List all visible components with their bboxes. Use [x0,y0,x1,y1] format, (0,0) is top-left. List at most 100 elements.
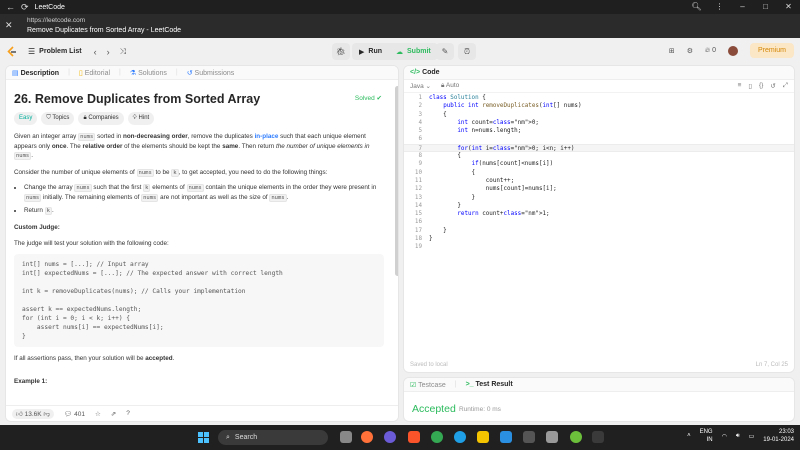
premium-button[interactable]: Premium [749,43,794,58]
timer-button[interactable]: ⏰︎ [458,43,476,60]
settings-gear-icon[interactable]: ⚙ [687,47,693,55]
firefox-icon[interactable] [361,431,373,443]
language-select[interactable]: Java ⌄ [410,82,431,90]
code-line[interactable]: 1 class Solution { [404,94,794,102]
more-menu-icon[interactable]: ⋮ [708,0,731,14]
tab-editorial[interactable]: ▯ Editorial [79,69,110,77]
help-icon[interactable]: ? [126,410,130,417]
edge-icon[interactable] [454,431,466,443]
code-line[interactable]: 4 int count=class="nm">0; [404,119,794,127]
code-line[interactable]: 16 [404,218,794,226]
battery-icon[interactable]: ▭ [749,433,755,440]
leetcode-logo-icon[interactable] [6,45,18,58]
code-line[interactable]: 11 count++; [404,177,794,185]
tab-solutions[interactable]: ⚗ Solutions [130,69,167,77]
code-line[interactable]: 18} [404,235,794,243]
braces-icon[interactable]: {} [759,82,763,90]
date-label: 19-01-2024 [763,437,794,443]
bookmark-icon[interactable]: ▯ [748,82,752,90]
tab-submissions[interactable]: ↺ Submissions [187,69,235,77]
refresh-icon[interactable]: ⟳ [21,2,29,13]
format-icon[interactable]: ≡ [738,82,742,90]
comments-button[interactable]: 💬︎ 401 [64,410,85,418]
avatar[interactable] [727,45,738,56]
code-line[interactable]: 13 } [404,194,794,202]
code-line[interactable]: 3 { [404,111,794,119]
star-icon[interactable]: ☆ [95,410,101,418]
code-line[interactable]: 12 nums[count]=nums[i]; [404,185,794,193]
app-icon[interactable] [546,431,558,443]
code-editor[interactable]: 1 class Solution {2 public int removeDupl… [404,94,794,354]
code-line[interactable]: 2 public int removeDuplicates(int[] nums… [404,102,794,110]
minimize-button[interactable]: – [731,0,754,14]
code-line[interactable]: 5 int n=nums.length; [404,127,794,135]
tab-code-label: Code [422,69,440,76]
fullscreen-icon[interactable]: ⤢ [783,82,788,90]
share-icon[interactable]: ⇗ [111,410,116,418]
volume-icon[interactable]: 🔊︎ [736,433,740,440]
close-icon[interactable]: ✕ [5,20,13,31]
reset-icon[interactable]: ↺ [770,82,775,90]
brave-icon[interactable] [408,431,420,443]
tab-test-result[interactable]: >_ Test Result [466,381,513,388]
app-icon[interactable] [384,431,396,443]
tab-testcase[interactable]: ☑ Testcase [410,381,446,389]
problem-list-button[interactable]: ☰ Problem List [28,47,82,56]
like-button[interactable]: 👍︎ 13.6K 👎︎ [12,408,55,419]
layout-icon[interactable]: ⊞ [669,47,675,55]
app-icon[interactable] [570,431,582,443]
line-number: 19 [414,244,422,251]
topics-button[interactable]: ⛉ Topics [41,112,75,125]
search-icon: ⌕ [226,433,230,441]
prev-problem-icon[interactable]: ‹ [94,47,97,57]
zoom-icon[interactable]: 🔍︎ [685,0,708,14]
thumbs-down-icon[interactable]: 👎︎ [43,411,50,418]
code-line[interactable]: 9 if(nums[count]<nums[i]) [404,160,794,168]
windows-start-icon[interactable] [198,432,209,443]
companies-label: Companies [88,115,119,121]
tab-code[interactable]: </> Code [410,69,440,76]
language-indicator[interactable]: ENG IN [700,428,713,444]
streak-counter[interactable]: 🔥︎ 0 [705,47,716,55]
wifi-icon[interactable]: ◠ [722,433,727,440]
maximize-button[interactable]: □ [754,0,777,14]
run-button[interactable]: ▶ Run [352,43,389,60]
url-text[interactable]: https://leetcode.com [27,17,85,24]
auto-mode[interactable]: 🔒︎ Auto [441,82,459,90]
debug-button[interactable]: 🐞︎ [332,43,350,60]
submit-button[interactable]: ☁ Submit [389,43,438,60]
problem-title[interactable]: 26. Remove Duplicates from Sorted Array [14,92,384,107]
app-icon[interactable] [523,431,535,443]
close-window-button[interactable]: ✕ [777,0,800,14]
shuffle-icon[interactable]: ⤨ [120,47,126,57]
topics-label: Topics [52,115,70,121]
file-explorer-icon[interactable] [477,431,489,443]
notes-button[interactable]: ✎ [436,43,454,60]
code-line[interactable]: 10 { [404,169,794,177]
code-line[interactable]: 17 } [404,227,794,235]
line-number: 12 [414,186,422,193]
app-icon[interactable] [592,431,604,443]
clock[interactable]: 23:03 19-01-2024 [763,428,794,444]
code-line[interactable]: 15 return count+class="nm">1; [404,210,794,218]
chevron-up-icon[interactable]: ˄ [687,433,691,439]
code-line[interactable]: 7 for(int i=class="nm">0; i<n; i++) [404,143,794,153]
code-line[interactable]: 14 } [404,202,794,210]
taskbar-search[interactable]: ⌕ Search [218,430,328,445]
tab-testcase-label: Testcase [418,381,446,389]
chrome-icon[interactable] [431,431,443,443]
widget-icon[interactable] [340,431,352,443]
checkbox-icon: ☑ [410,381,417,389]
tab-description[interactable]: ▤ Description [12,69,59,77]
description-icon: ▤ [12,69,19,77]
code-line[interactable]: 6 [404,135,794,143]
next-problem-icon[interactable]: › [107,47,110,57]
back-arrow-icon[interactable]: ← [6,2,15,12]
hint-button[interactable]: 💡︎ Hint [127,112,155,125]
code-line[interactable]: 8 { [404,152,794,160]
code-line[interactable]: 19 [404,243,794,251]
description-scrollbar[interactable] [395,86,398,276]
companies-button[interactable]: 🔒︎ Companies [78,112,124,125]
vscode-icon[interactable] [500,431,512,443]
notes-icon: ✎ [441,47,449,56]
